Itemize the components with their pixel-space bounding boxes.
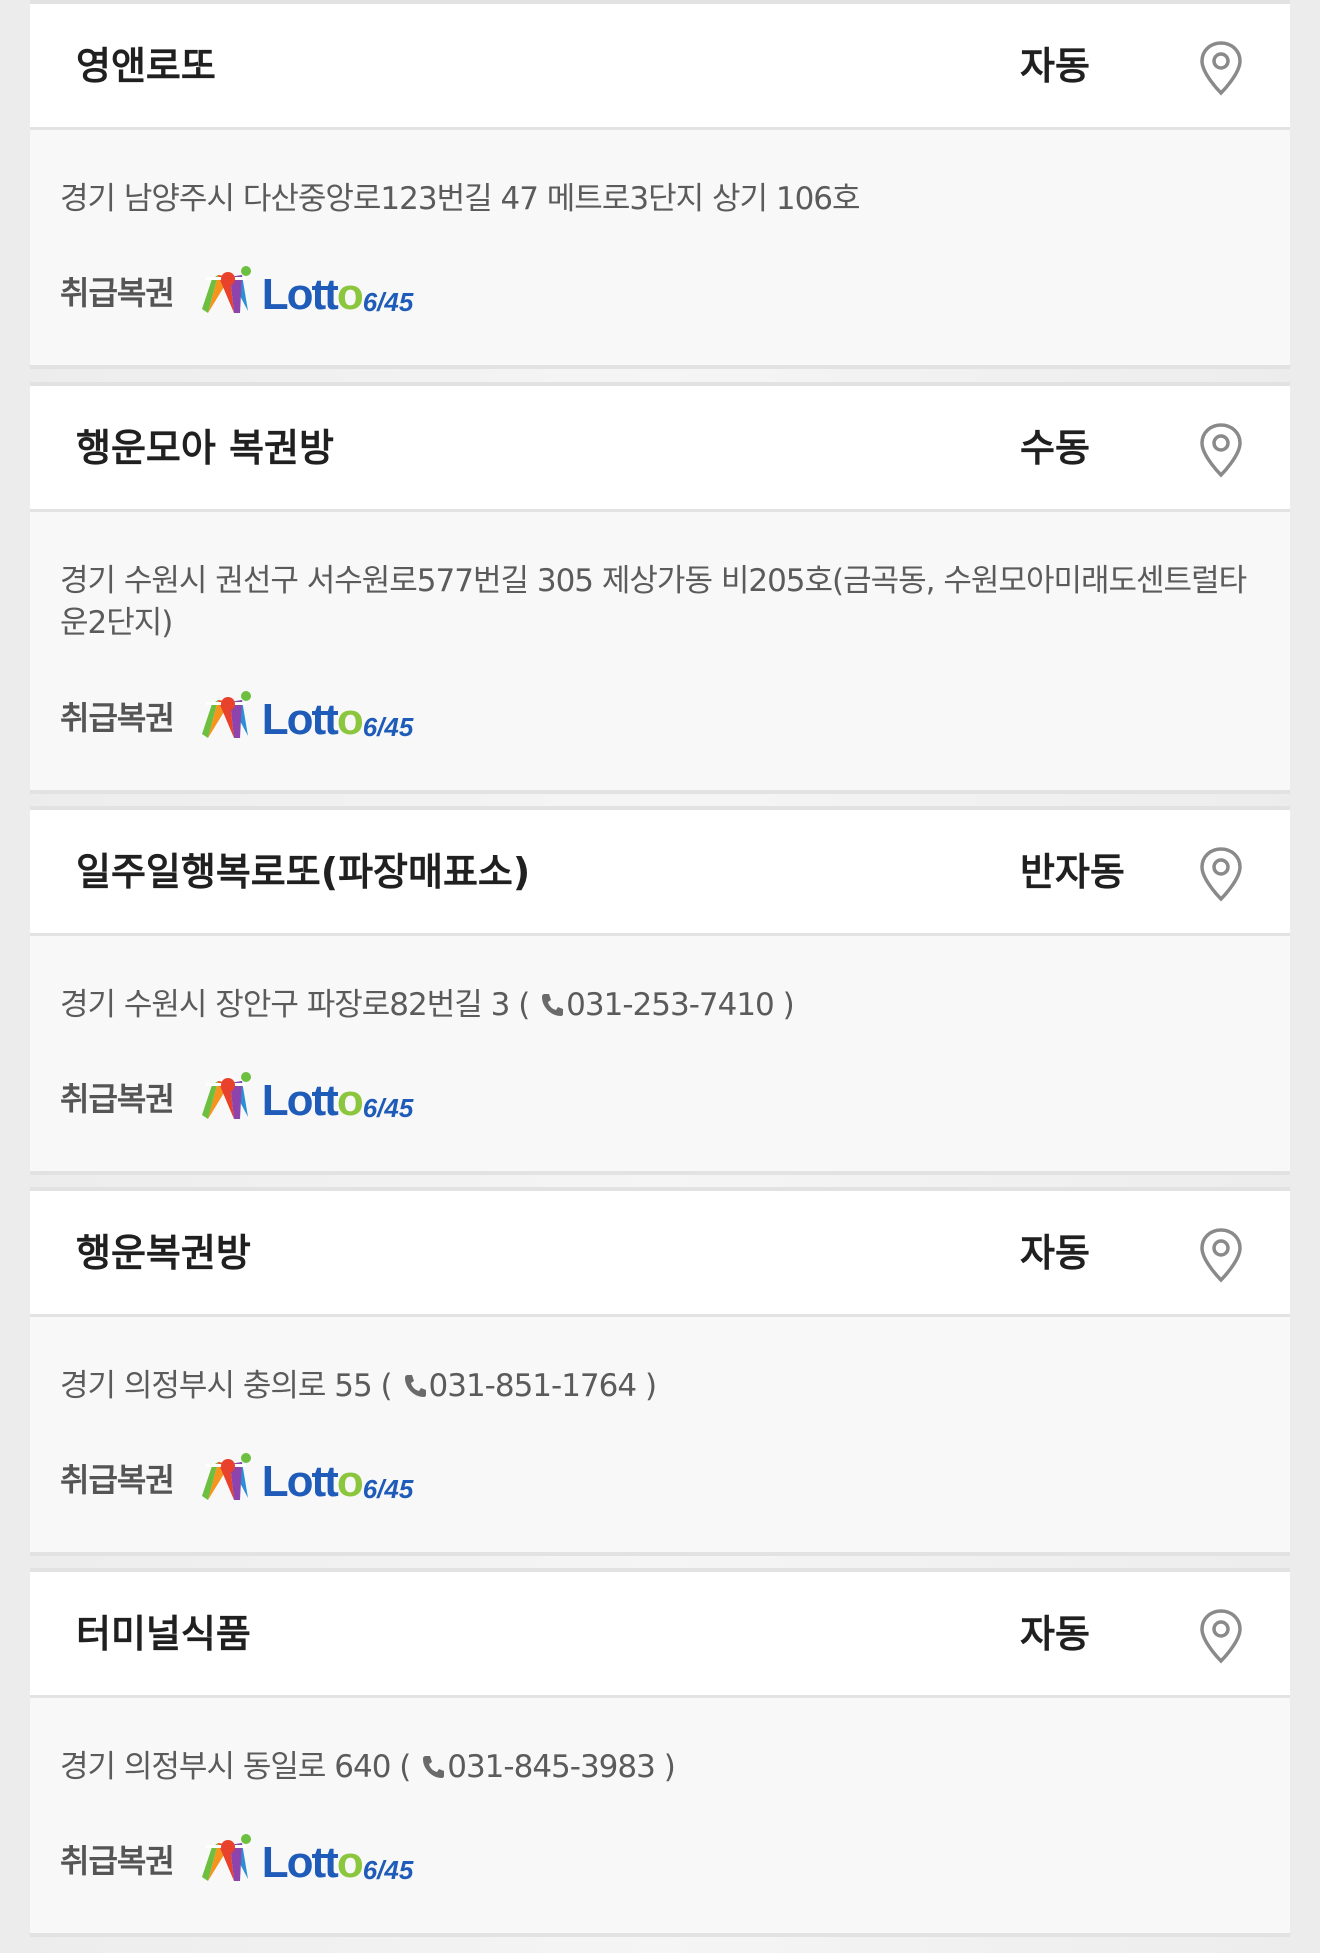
lotto-wordmark: Lotto [261, 270, 364, 319]
lotto-number: 6/45 [362, 712, 414, 742]
store-address: 경기 의정부시 동일로 640 ( 031-845-3983 ) [60, 1749, 676, 1785]
map-pin-icon[interactable] [1198, 422, 1244, 478]
product-label: 취급복권 [60, 1080, 175, 1118]
lotto-wordmark: Lotto [261, 1838, 364, 1887]
store-body: 경기 남양주시 다산중앙로123번길 47 메트로3단지 상기 106호 [30, 130, 1290, 220]
draw-type: 수동 [1020, 426, 1090, 470]
lotto-ball-icon [201, 691, 251, 738]
draw-type: 자동 [1020, 1612, 1090, 1656]
draw-type: 자동 [1020, 1231, 1090, 1275]
lotto-ball-icon [201, 266, 251, 313]
store-body: 경기 의정부시 충의로 55 ( 031-851-1764 ) [30, 1317, 1290, 1407]
address-text: 경기 의정부시 충의로 55 [60, 1368, 373, 1404]
store-address: 경기 수원시 장안구 파장로82번길 3 ( 031-253-7410 ) [60, 987, 795, 1023]
product-row: 취급복권 Lotto 6/45 [60, 1452, 413, 1504]
lotto-wordmark: Lotto [261, 1076, 364, 1125]
product-row: 취급복권 Lotto 6/45 [60, 1071, 413, 1123]
lotto-ball-icon [201, 1453, 251, 1500]
store-card: 행운모아 복권방 수동 경기 수원시 권선구 서수원로577번길 305 제상가… [30, 382, 1290, 794]
phone-icon [542, 994, 564, 1016]
lotto-number: 6/45 [362, 1474, 414, 1504]
lotto-logo: Lotto 6/45 [200, 1071, 414, 1125]
lotto-logo: Lotto 6/45 [200, 690, 414, 744]
draw-type: 반자동 [1020, 850, 1125, 894]
phone-number[interactable]: 031-253-7410 [566, 987, 775, 1023]
store-address: 경기 남양주시 다산중앙로123번길 47 메트로3단지 상기 106호 [60, 178, 1260, 220]
product-row: 취급복권 Lotto 6/45 [60, 1833, 413, 1885]
store-header: 터미널식품 자동 [30, 1572, 1290, 1698]
lotto-wordmark: Lotto [261, 695, 364, 744]
phone-number[interactable]: 031-851-1764 [429, 1368, 638, 1404]
store-header: 영앤로또 자동 [30, 4, 1290, 130]
store-name: 일주일행복로또(파장매표소) [76, 850, 531, 894]
store-name: 행운모아 복권방 [76, 426, 334, 470]
lotto-logo: Lotto 6/45 [200, 265, 414, 319]
lotto-logo: Lotto 6/45 [200, 1452, 414, 1506]
address-text: 경기 의정부시 동일로 640 [60, 1749, 391, 1785]
product-label: 취급복권 [60, 1842, 175, 1880]
store-address: 경기 수원시 권선구 서수원로577번길 305 제상가동 비205호(금곡동,… [60, 560, 1260, 644]
lotto-number: 6/45 [362, 287, 414, 317]
phone-icon [423, 1756, 445, 1778]
store-header: 일주일행복로또(파장매표소) 반자동 [30, 810, 1290, 936]
store-card: 행운복권방 자동 경기 의정부시 충의로 55 ( 031-851-1764 )… [30, 1187, 1290, 1556]
map-pin-icon[interactable] [1198, 1227, 1244, 1283]
store-card: 영앤로또 자동 경기 남양주시 다산중앙로123번길 47 메트로3단지 상기 … [30, 0, 1290, 369]
address-text: 경기 수원시 장안구 파장로82번길 3 [60, 987, 510, 1023]
phone-icon [404, 1375, 426, 1397]
product-label: 취급복권 [60, 699, 175, 737]
store-body: 경기 수원시 장안구 파장로82번길 3 ( 031-253-7410 ) [30, 936, 1290, 1026]
map-pin-icon[interactable] [1198, 846, 1244, 902]
address-text: 경기 남양주시 다산중앙로123번길 47 메트로3단지 상기 106호 [60, 181, 861, 217]
store-card: 터미널식품 자동 경기 의정부시 동일로 640 ( 031-845-3983 … [30, 1568, 1290, 1937]
lotto-number: 6/45 [362, 1855, 414, 1885]
store-body: 경기 의정부시 동일로 640 ( 031-845-3983 ) [30, 1698, 1290, 1788]
store-name: 영앤로또 [76, 44, 216, 88]
store-body: 경기 수원시 권선구 서수원로577번길 305 제상가동 비205호(금곡동,… [30, 512, 1290, 644]
lotto-wordmark: Lotto [261, 1457, 364, 1506]
map-pin-icon[interactable] [1198, 1608, 1244, 1664]
product-row: 취급복권 Lotto 6/45 [60, 690, 413, 742]
store-address: 경기 의정부시 충의로 55 ( 031-851-1764 ) [60, 1368, 657, 1404]
lotto-ball-icon [201, 1834, 251, 1881]
draw-type: 자동 [1020, 44, 1090, 88]
product-label: 취급복권 [60, 1461, 175, 1499]
product-row: 취급복권 Lotto 6/45 [60, 265, 413, 317]
store-header: 행운모아 복권방 수동 [30, 386, 1290, 512]
store-name: 행운복권방 [76, 1231, 251, 1275]
store-card: 일주일행복로또(파장매표소) 반자동 경기 수원시 장안구 파장로82번길 3 … [30, 806, 1290, 1175]
store-name: 터미널식품 [76, 1612, 251, 1656]
phone-number[interactable]: 031-845-3983 [447, 1749, 656, 1785]
store-header: 행운복권방 자동 [30, 1191, 1290, 1317]
product-label: 취급복권 [60, 274, 175, 312]
address-text: 경기 수원시 권선구 서수원로577번길 305 제상가동 비205호(금곡동,… [60, 563, 1247, 641]
lotto-ball-icon [201, 1072, 251, 1119]
lotto-logo: Lotto 6/45 [200, 1833, 414, 1887]
lotto-number: 6/45 [362, 1093, 414, 1123]
map-pin-icon[interactable] [1198, 40, 1244, 96]
